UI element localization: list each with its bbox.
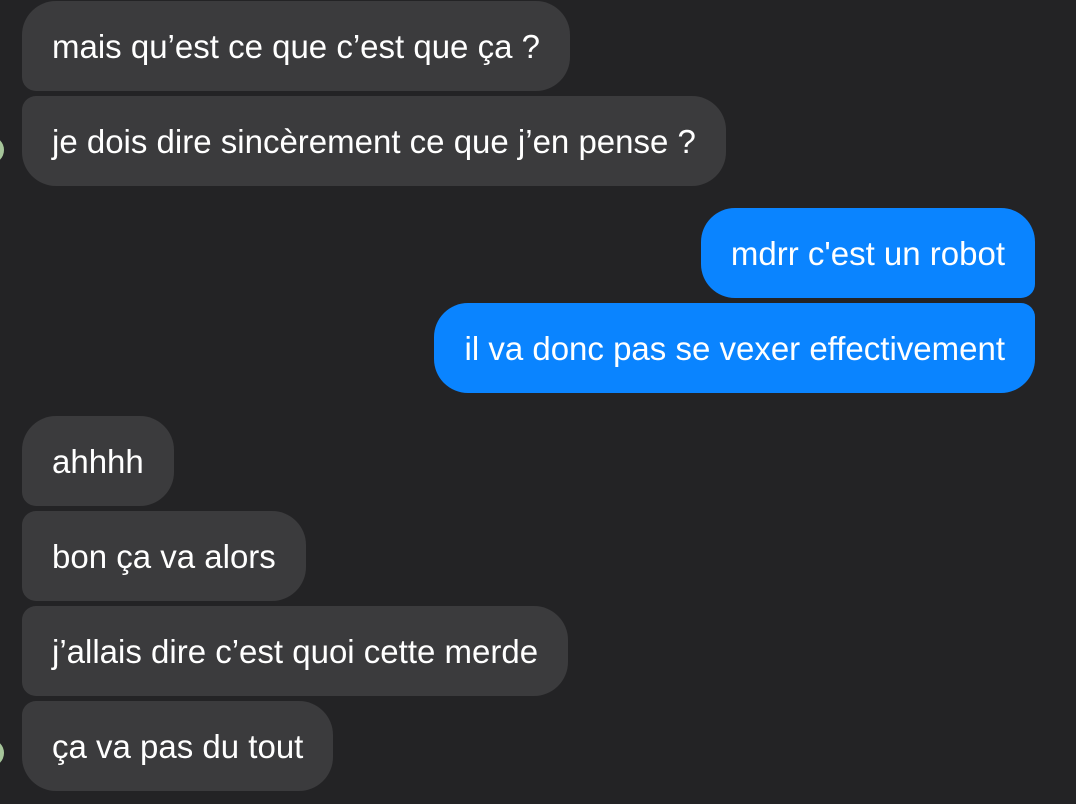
message-bubble-incoming[interactable]: bon ça va alors [22, 511, 306, 601]
message-text: j’allais dire c’est quoi cette merde [52, 632, 539, 670]
message-text: ça va pas du tout [52, 727, 304, 765]
message-text: mdrr c'est un robot [730, 234, 1005, 272]
message-bubble-outgoing[interactable]: il va donc pas se vexer effectivement [434, 303, 1035, 393]
message-bubble-incoming[interactable]: je dois dire sincèrement ce que j’en pen… [22, 96, 726, 186]
message-bubble-incoming[interactable]: ahhhh [22, 416, 174, 506]
message-text: il va donc pas se vexer effectivement [464, 329, 1005, 367]
message-bubble-incoming[interactable]: j’allais dire c’est quoi cette merde [22, 606, 569, 696]
message-bubble-incoming[interactable]: mais qu’est ce que c’est que ça ? [22, 1, 570, 91]
contact-avatar[interactable] [0, 739, 4, 767]
message-text: je dois dire sincèrement ce que j’en pen… [52, 122, 696, 160]
message-text: ahhhh [52, 442, 144, 480]
message-bubble-outgoing[interactable]: mdrr c'est un robot [700, 208, 1035, 298]
message-text: bon ça va alors [52, 537, 276, 575]
message-bubble-incoming[interactable]: ça va pas du tout [22, 701, 334, 791]
contact-avatar[interactable] [0, 136, 4, 164]
message-text: mais qu’est ce que c’est que ça ? [52, 27, 540, 65]
message-thread: mais qu’est ce que c’est que ça ? je doi… [0, 0, 1076, 804]
